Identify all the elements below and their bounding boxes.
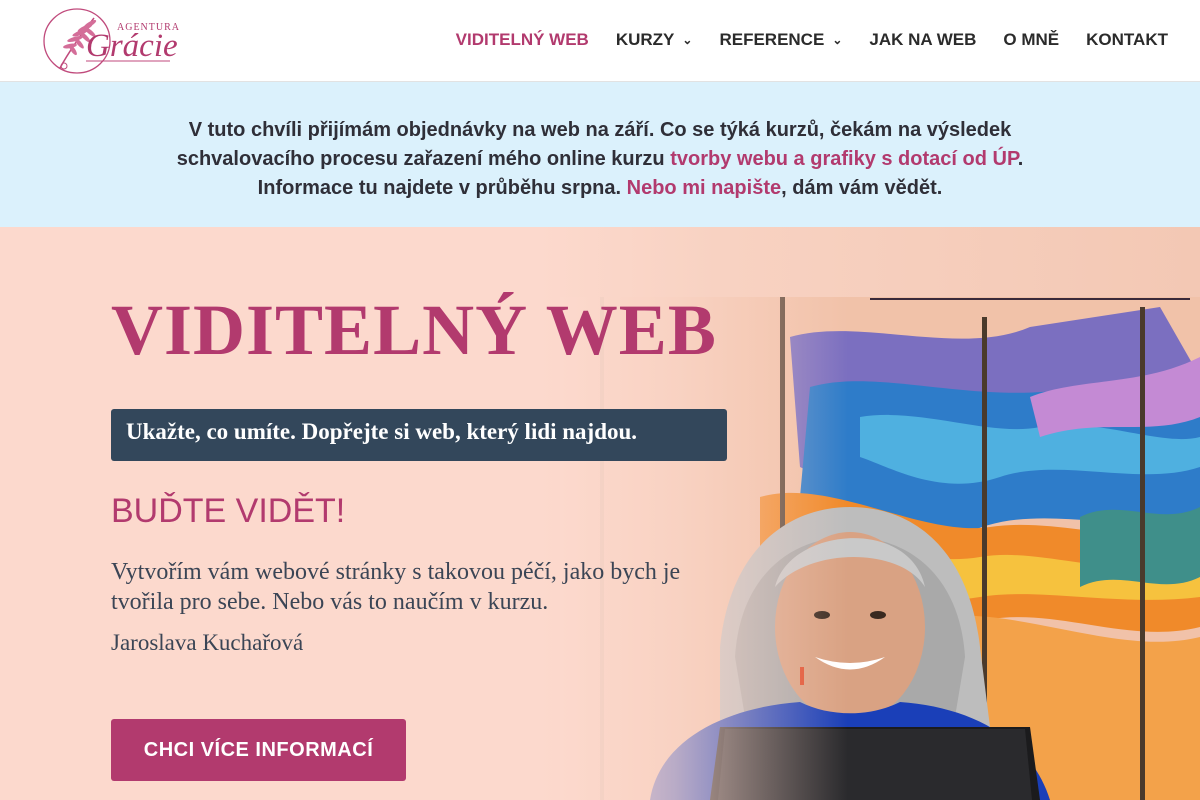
contact-me-link[interactable]: Nebo mi napište: [627, 177, 781, 199]
hero-photo: [560, 297, 1200, 800]
nav-item-o-mne[interactable]: O MNĚ: [1003, 30, 1059, 50]
nav-item-kontakt[interactable]: KONTAKT: [1086, 30, 1168, 50]
site-header: AGENTURA Grácie VIDITELNÝ WEB KURZY ⌄ REF…: [0, 0, 1200, 82]
notice-line: schvalovacího procesu zařazení mého onli…: [0, 145, 1200, 174]
nav-item-label: REFERENCE: [719, 30, 825, 49]
nav-item-label: KURZY: [615, 30, 675, 49]
photo-fade-overlay: [560, 297, 1200, 800]
logo-main-text: Grácie: [86, 28, 178, 64]
more-info-button[interactable]: CHCI VÍCE INFORMACÍ: [111, 719, 406, 781]
notice-line: Informace tu najdete v průběhu srpna. Ne…: [0, 174, 1200, 203]
nav-item-kurzy[interactable]: KURZY ⌄: [616, 30, 693, 50]
nav-item-jak-na-web[interactable]: JAK NA WEB: [869, 30, 976, 50]
notice-text: .: [1017, 148, 1024, 170]
nav-item-viditelny-web[interactable]: VIDITELNÝ WEB: [456, 30, 589, 50]
agentura-gracie-logo[interactable]: AGENTURA Grácie: [42, 6, 179, 76]
hero-section: VIDITELNÝ WEB Ukažte, co umíte. Dopřejte…: [0, 227, 1200, 800]
chevron-down-icon: ⌄: [832, 33, 843, 47]
notice-text: Informace tu najdete v průběhu srpna.: [257, 177, 627, 199]
nav-item-label: KONTAKT: [1086, 30, 1168, 49]
chevron-down-icon: ⌄: [682, 33, 693, 47]
notice-text: V tuto chvíli přijímám objednávky na web…: [188, 119, 1012, 141]
hero-description: Vytvořím vám webové stránky s takovou pé…: [111, 559, 681, 615]
nav-item-reference[interactable]: REFERENCE ⌄: [719, 30, 842, 50]
notice-line: V tuto chvíli přijímám objednávky na web…: [0, 116, 1200, 145]
hero-tagline: Ukažte, co umíte. Dopřejte si web, který…: [111, 409, 727, 461]
painting-edge-line: [870, 298, 1190, 300]
hero-title: VIDITELNÝ WEB: [111, 290, 717, 370]
nav-item-label: VIDITELNÝ WEB: [455, 30, 589, 49]
nav-item-label: JAK NA WEB: [869, 30, 977, 49]
hero-author: Jaroslava Kuchařová: [111, 630, 304, 655]
notice-banner: V tuto chvíli přijímám objednávky na web…: [0, 82, 1200, 227]
notice-text: , dám vám vědět.: [781, 177, 943, 199]
hero-subheading: BUĎTE VIDĚT!: [111, 492, 346, 530]
main-nav: VIDITELNÝ WEB KURZY ⌄ REFERENCE ⌄ JAK NA W…: [456, 30, 1168, 50]
nav-item-label: O MNĚ: [1003, 30, 1060, 49]
course-subsidy-link[interactable]: tvorby webu a grafiky s dotací od ÚP: [670, 148, 1018, 170]
notice-text: schvalovacího procesu zařazení mého onli…: [176, 148, 671, 170]
